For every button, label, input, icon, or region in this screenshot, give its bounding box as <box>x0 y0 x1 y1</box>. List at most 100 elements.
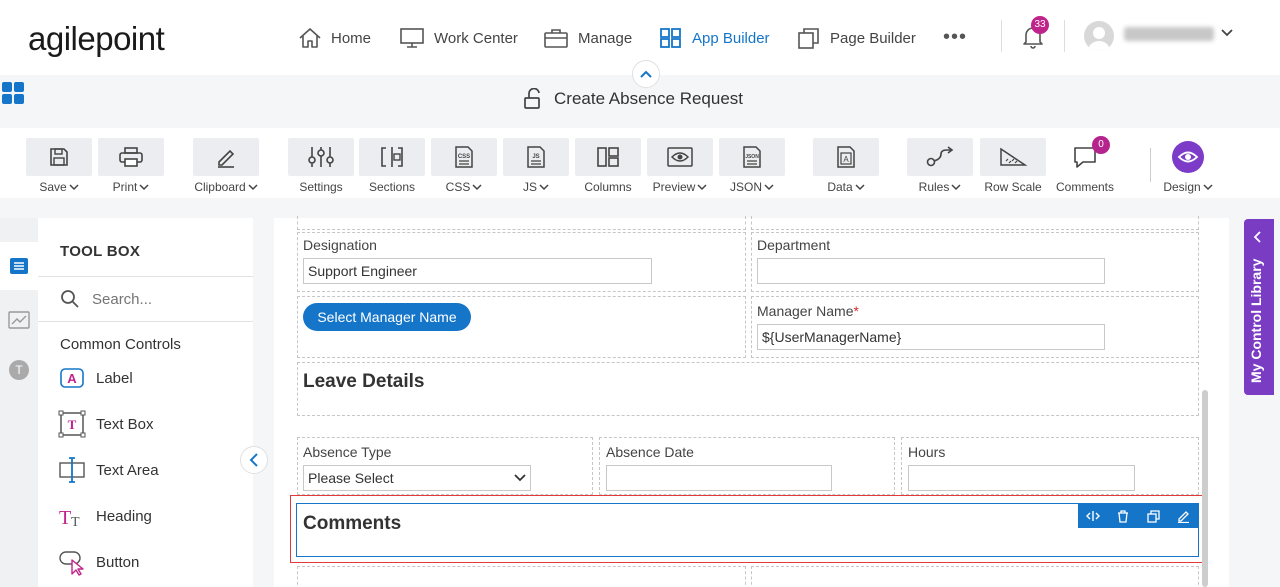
toolbar-preview-label: Preview <box>652 180 696 194</box>
department-input[interactable] <box>757 258 1105 284</box>
apps-grid-icon[interactable] <box>2 82 24 104</box>
nav-app-builder[interactable]: App Builder <box>659 24 770 52</box>
trend-chart-icon <box>8 311 30 329</box>
toolbar-row-scale[interactable]: Row Scale <box>980 138 1046 194</box>
control-heading-label: Heading <box>96 507 152 525</box>
svg-text:A: A <box>67 371 77 386</box>
rail-theme-button[interactable]: T <box>0 346 38 394</box>
nav-manage[interactable]: Manage <box>543 24 632 52</box>
toolbar-design[interactable]: Design <box>1155 138 1221 194</box>
toolbar-json[interactable]: JSON JSON <box>719 138 785 194</box>
toolbar-comments[interactable]: 0 Comments <box>1052 136 1118 194</box>
manager-name-input[interactable] <box>757 324 1105 350</box>
absence-type-select[interactable]: Please Select <box>303 465 531 491</box>
toolbar-rules[interactable]: Rules <box>907 138 973 194</box>
svg-text:CSS: CSS <box>458 154 470 160</box>
absence-date-input[interactable] <box>606 465 832 491</box>
toolbar-columns-label: Columns <box>584 180 632 194</box>
designation-input[interactable] <box>303 258 652 284</box>
control-text-area[interactable]: Text Area <box>58 456 159 484</box>
toolbar-design-label: Design <box>1163 180 1201 194</box>
nav-manage-label: Manage <box>578 29 633 47</box>
toolbar-js[interactable]: JS JS <box>503 138 569 194</box>
form-title-bar: Create Absence Request <box>522 88 743 110</box>
leave-details-cell <box>297 362 1199 416</box>
designation-label: Designation <box>303 237 377 253</box>
my-control-library-tab[interactable]: My Control Library <box>1244 219 1274 395</box>
toolbar-preview[interactable]: Preview <box>647 138 713 194</box>
user-name-blurred[interactable] <box>1124 27 1214 41</box>
manager-name-label: Manager Name <box>757 303 854 319</box>
form-toolbar: Save Print Clipboard Settings Sections C… <box>0 128 1280 198</box>
svg-text:T: T <box>68 417 77 432</box>
data-icon: A <box>837 146 855 168</box>
nav-page-builder-label: Page Builder <box>830 29 916 47</box>
nav-home[interactable]: Home <box>298 24 371 52</box>
form-title: Create Absence Request <box>554 89 744 108</box>
form-cell <box>297 216 746 230</box>
agilepoint-logo[interactable]: agilepoint <box>28 20 165 58</box>
control-label[interactable]: A Label <box>58 364 133 392</box>
sections-icon <box>381 147 403 167</box>
toolbox-search-input[interactable] <box>92 290 222 308</box>
print-icon <box>119 147 143 167</box>
home-icon <box>298 27 322 49</box>
chevron-left-icon <box>1253 231 1261 243</box>
toolbar-clipboard-label: Clipboard <box>194 180 246 194</box>
select-manager-button[interactable]: Select Manager Name <box>303 303 471 331</box>
chevron-down-icon <box>139 183 149 190</box>
svg-text:T: T <box>15 363 23 377</box>
control-heading[interactable]: TT Heading <box>58 502 152 530</box>
absence-type-value: Please Select <box>308 470 394 486</box>
nav-app-builder-label: App Builder <box>692 29 770 47</box>
toolbar-settings-label: Settings <box>299 180 343 194</box>
toolbar-save[interactable]: Save <box>26 138 92 194</box>
chevron-down-icon[interactable] <box>1220 28 1234 38</box>
rail-toolbox-button[interactable] <box>0 242 38 290</box>
leave-details-heading: Leave Details <box>303 371 425 392</box>
control-text-area-label: Text Area <box>96 461 159 479</box>
list-icon <box>10 258 28 274</box>
svg-text:T: T <box>71 515 80 530</box>
json-file-icon: JSON <box>743 146 761 168</box>
more-menu-icon[interactable]: ••• <box>943 26 967 49</box>
nav-page-builder[interactable]: Page Builder <box>797 24 916 52</box>
toolbar-comments-label: Comments <box>1055 180 1114 194</box>
textarea-icon <box>58 456 86 484</box>
collapse-header-button[interactable] <box>632 60 660 88</box>
toolbar-divider <box>1150 148 1151 182</box>
control-button[interactable]: Button <box>58 548 139 576</box>
collapse-toolbox-button[interactable] <box>240 446 268 474</box>
control-text-box[interactable]: T Text Box <box>58 410 154 438</box>
toolbar-json-label: JSON <box>729 180 762 194</box>
nav-work-center[interactable]: Work Center <box>399 24 518 52</box>
pencil-icon <box>218 149 235 168</box>
chevron-down-icon <box>539 183 549 190</box>
canvas-scrollbar-thumb[interactable] <box>1202 390 1208 587</box>
chevron-down-icon <box>248 183 258 190</box>
toolbar-sections[interactable]: Sections <box>359 138 425 194</box>
design-eye-icon <box>1172 141 1204 173</box>
control-label-text: Label <box>96 369 133 387</box>
toolbar-js-label: JS <box>522 180 537 194</box>
unlock-icon[interactable] <box>522 88 544 110</box>
briefcase-icon <box>543 27 569 49</box>
label-icon: A <box>58 364 86 392</box>
header-divider <box>1064 20 1065 52</box>
toolbar-clipboard[interactable]: Clipboard <box>193 138 259 194</box>
toolbar-print[interactable]: Print <box>98 138 164 194</box>
toolbar-data[interactable]: A Data <box>813 138 879 194</box>
toolbar-settings[interactable]: Settings <box>288 138 354 194</box>
chevron-down-icon <box>69 183 79 190</box>
chevron-down-icon <box>472 183 482 190</box>
toolbar-css[interactable]: CSS CSS <box>431 138 497 194</box>
toolbar-columns[interactable]: Columns <box>575 138 641 194</box>
hours-input[interactable] <box>908 465 1135 491</box>
chevron-up-icon <box>640 70 652 78</box>
form-cell <box>751 216 1199 230</box>
toolbox-search <box>60 289 222 309</box>
chevron-left-icon <box>249 453 258 467</box>
pages-icon <box>797 27 821 49</box>
rail-analytics-button[interactable] <box>0 296 38 344</box>
user-avatar[interactable] <box>1084 21 1114 51</box>
